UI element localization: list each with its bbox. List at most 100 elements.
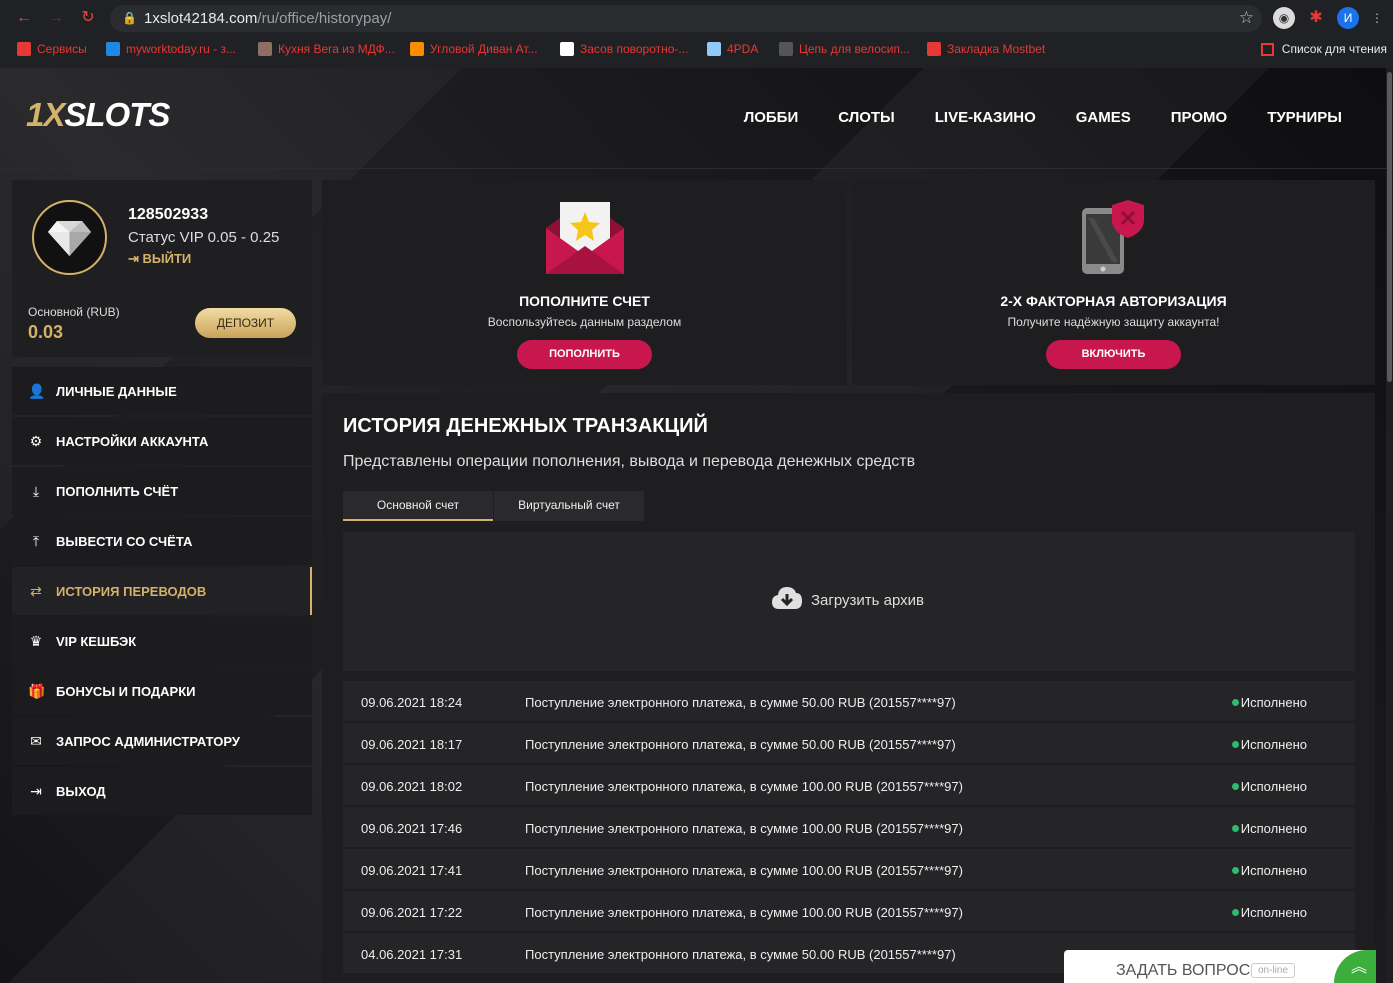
profile-avatar[interactable]: И bbox=[1337, 7, 1359, 29]
back-arrow-icon[interactable]: ← bbox=[14, 8, 34, 28]
bookmark-label: Цепь для велосип... bbox=[799, 42, 910, 56]
transaction-date: 09.06.2021 17:46 bbox=[361, 821, 463, 836]
sidebar-item[interactable]: ⇥ ВЫХОД bbox=[12, 767, 312, 815]
replenish-button[interactable]: ПОПОЛНИТЬ bbox=[517, 340, 652, 369]
transaction-description: Поступление электронного платежа, в сумм… bbox=[525, 695, 956, 710]
extension-puzzle-icon[interactable]: ✱ bbox=[1305, 7, 1327, 29]
tab-virtual-account[interactable]: Виртуальный счет bbox=[494, 491, 644, 521]
address-bar-row: ← → ↻ 🔒 1xslot42184.com/ru/office/histor… bbox=[0, 0, 1393, 36]
user-id: 128502933 bbox=[128, 206, 209, 223]
sidebar-item-label: ВЫВЕСТИ СО СЧЁТА bbox=[56, 534, 193, 549]
table-row: 09.06.2021 17:41 Поступление электронного… bbox=[343, 849, 1355, 889]
chevron-up-icon[interactable]: ︽ bbox=[1334, 950, 1376, 983]
bookmark-item[interactable]: Угловой Диван Ат... bbox=[410, 42, 538, 56]
bookmark-item[interactable]: Кухня Вега из МДФ... bbox=[258, 42, 395, 56]
bookmark-item[interactable]: Засов поворотно-... bbox=[560, 42, 688, 56]
reading-list-icon bbox=[1260, 43, 1274, 56]
transaction-date: 04.06.2021 17:31 bbox=[361, 947, 463, 962]
bookmark-favicon-icon bbox=[779, 42, 793, 56]
bookmark-label: myworktoday.ru - з... bbox=[126, 42, 236, 56]
bookmark-label: Угловой Диван Ат... bbox=[430, 42, 538, 56]
bookmark-item[interactable]: 4PDA bbox=[707, 42, 758, 56]
bookmark-label: Засов поворотно-... bbox=[580, 42, 689, 56]
deposit-promo-title: ПОПОЛНИТЕ СЧЕТ bbox=[519, 293, 650, 309]
url-bar[interactable]: 🔒 1xslot42184.com/ru/office/historypay/ … bbox=[110, 5, 1262, 32]
deposit-promo-card: ПОПОЛНИТЕ СЧЕТ Воспользуйтесь данным раз… bbox=[322, 180, 847, 385]
twofa-promo-card: 2-Х ФАКТОРНАЯ АВТОРИЗАЦИЯ Получите надёж… bbox=[852, 180, 1375, 385]
url-text: 1xslot42184.com/ru/office/historypay/ bbox=[144, 10, 392, 27]
gift-icon: 🎁 bbox=[28, 683, 46, 699]
envelope-star-icon bbox=[546, 202, 624, 274]
logout-link[interactable]: ⇥ ВЫЙТИ bbox=[128, 251, 191, 267]
sidebar-item[interactable]: 🎁 БОНУСЫ И ПОДАРКИ bbox=[12, 667, 312, 715]
transaction-description: Поступление электронного платежа, в сумм… bbox=[525, 905, 963, 920]
transaction-description: Поступление электронного платежа, в сумм… bbox=[525, 779, 963, 794]
bookmark-label: Закладка Mostbet bbox=[947, 42, 1046, 56]
page-scrollbar[interactable] bbox=[1386, 68, 1393, 983]
balance-label: Основной (RUB) bbox=[28, 305, 120, 319]
sidebar-item[interactable]: ✉ ЗАПРОС АДМИНИСТРАТОРУ bbox=[12, 717, 312, 765]
sidebar-item[interactable]: ♛ VIP КЕШБЭК bbox=[12, 617, 312, 665]
bookmark-favicon-icon bbox=[106, 42, 120, 56]
bookmark-favicon-icon bbox=[258, 42, 272, 56]
bookmark-item[interactable]: Сервисы bbox=[17, 42, 87, 56]
table-row: 09.06.2021 17:22 Поступление электронного… bbox=[343, 891, 1355, 931]
sidebar-item-label: ЛИЧНЫЕ ДАННЫЕ bbox=[56, 384, 177, 399]
bookmark-item[interactable]: Закладка Mostbet bbox=[927, 42, 1045, 56]
forward-arrow-icon[interactable]: → bbox=[46, 8, 66, 28]
table-row: 09.06.2021 17:46 Поступление электронного… bbox=[343, 807, 1355, 847]
status-badge: Исполнено bbox=[1240, 695, 1307, 710]
ask-question-label: ЗАДАТЬ ВОПРОС bbox=[1116, 962, 1251, 979]
download-archive-area[interactable]: Загрузить архив bbox=[343, 532, 1355, 671]
nav-item[interactable]: ТУРНИРЫ bbox=[1267, 109, 1342, 126]
table-row: 09.06.2021 18:17 Поступление электронного… bbox=[343, 723, 1355, 763]
top-navigation: ЛОББИ СЛОТЫ LIVE-КАЗИНО GAMES ПРОМО ТУРНИРЫ bbox=[744, 109, 1342, 126]
status-badge: Исполнено bbox=[1240, 905, 1307, 920]
nav-item[interactable]: СЛОТЫ bbox=[838, 109, 895, 126]
status-dot-icon bbox=[1232, 909, 1239, 916]
reload-icon[interactable]: ↻ bbox=[78, 8, 98, 28]
bookmark-favicon-icon bbox=[410, 42, 424, 56]
status-dot-icon bbox=[1232, 741, 1239, 748]
page-title: ИСТОРИЯ ДЕНЕЖНЫХ ТРАНЗАКЦИЙ bbox=[343, 415, 708, 437]
sidebar-item-label: ВЫХОД bbox=[56, 784, 106, 799]
deposit-button[interactable]: ДЕПОЗИТ bbox=[195, 308, 296, 338]
bookmark-item[interactable]: Цепь для велосип... bbox=[779, 42, 910, 56]
nav-item[interactable]: GAMES bbox=[1076, 109, 1131, 126]
sidebar-item[interactable]: ⤓ ПОПОЛНИТЬ СЧЁТ bbox=[12, 467, 312, 515]
nav-item[interactable]: LIVE-КАЗИНО bbox=[935, 109, 1036, 126]
sidebar-item[interactable]: 👤 ЛИЧНЫЕ ДАННЫЕ bbox=[12, 367, 312, 415]
bookmarks-bar: Сервисы myworktoday.ru - з... Кухня Вега и… bbox=[0, 38, 1393, 64]
bookmark-item[interactable]: myworktoday.ru - з... bbox=[106, 42, 236, 56]
envelope-icon: ✉ bbox=[30, 733, 42, 749]
sidebar-item[interactable]: ⤒ ВЫВЕСТИ СО СЧЁТА bbox=[12, 517, 312, 565]
gears-icon: ⚙ bbox=[29, 433, 43, 449]
site-logo[interactable]: 1XSLOTS bbox=[26, 96, 170, 134]
nav-item[interactable]: ПРОМО bbox=[1171, 109, 1227, 126]
enable-2fa-button[interactable]: ВКЛЮЧИТЬ bbox=[1046, 340, 1181, 369]
sign-out-icon: ⇥ bbox=[30, 783, 42, 799]
page-subtitle: Представлены операции пополнения, вывода… bbox=[343, 453, 916, 470]
bookmark-star-icon[interactable]: ☆ bbox=[1239, 8, 1254, 28]
sidebar-item-label: НАСТРОЙКИ АККАУНТА bbox=[56, 434, 209, 449]
vip-status: Статус VIP 0.05 - 0.25 bbox=[128, 229, 280, 246]
profile-card: 128502933 Статус VIP 0.05 - 0.25 ⇥ ВЫЙТИ… bbox=[12, 180, 312, 357]
chat-widget[interactable]: ЗАДАТЬ ВОПРОС on-line ︽ bbox=[1064, 950, 1376, 983]
sidebar-item[interactable]: ⇄ ИСТОРИЯ ПЕРЕВОДОВ bbox=[12, 567, 312, 615]
status-badge: Исполнено bbox=[1240, 737, 1307, 752]
browser-menu-icon[interactable]: ⋮ bbox=[1366, 7, 1388, 29]
bookmark-label: Сервисы bbox=[37, 42, 87, 56]
sidebar-item-label: ЗАПРОС АДМИНИСТРАТОРУ bbox=[56, 734, 240, 749]
transaction-description: Поступление электронного платежа, в сумм… bbox=[525, 947, 956, 962]
nav-item[interactable]: ЛОББИ bbox=[744, 109, 799, 126]
scrollbar-thumb[interactable] bbox=[1387, 72, 1392, 382]
sidebar-item[interactable]: ⚙ НАСТРОЙКИ АККАУНТА bbox=[12, 417, 312, 465]
status-badge: Исполнено bbox=[1240, 821, 1307, 836]
extension-avatar-icon[interactable]: ◉ bbox=[1273, 7, 1295, 29]
vip-avatar bbox=[32, 200, 107, 275]
exchange-icon: ⇄ bbox=[30, 583, 42, 599]
tab-main-account[interactable]: Основной счет bbox=[343, 491, 493, 521]
transaction-date: 09.06.2021 18:02 bbox=[361, 779, 463, 794]
transaction-date: 09.06.2021 17:22 bbox=[361, 905, 463, 920]
reading-list-button[interactable]: Список для чтения bbox=[1260, 42, 1387, 56]
